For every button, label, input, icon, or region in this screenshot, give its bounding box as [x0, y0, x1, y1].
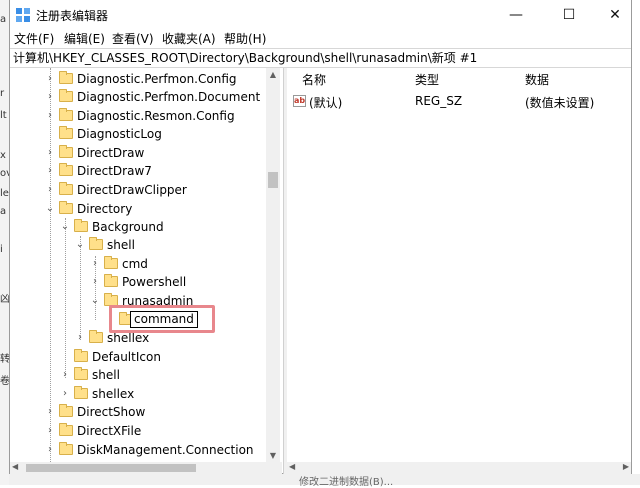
values-pane: 名称 类型 数据 ab (默认) REG_SZ (数值未设置): [287, 68, 631, 462]
tree-vertical-scrollbar[interactable]: ▲ ▼: [266, 68, 280, 462]
title-bar: 注册表编辑器 — ☐ ✕: [10, 0, 631, 30]
tree-item-label: Directory: [77, 202, 133, 216]
menu-help[interactable]: 帮助(H): [224, 30, 266, 48]
folder-icon: [104, 274, 118, 287]
tree-item-label: shell: [107, 238, 135, 252]
folder-icon: [59, 182, 73, 195]
column-header-data[interactable]: 数据: [525, 71, 549, 88]
scroll-down-icon[interactable]: ▼: [266, 451, 280, 460]
menu-file[interactable]: 文件(F): [14, 30, 54, 48]
menu-bar: 文件(F) 编辑(E) 查看(V) 收藏夹(A) 帮助(H): [10, 30, 631, 48]
folder-icon: [74, 219, 88, 232]
close-icon: ✕: [609, 7, 621, 23]
chevron-right-icon[interactable]: ›: [45, 181, 55, 199]
tree-item-label: Diagnostic.Resmon.Config: [77, 109, 235, 123]
chevron-right-icon[interactable]: ›: [60, 366, 70, 384]
column-header-type[interactable]: 类型: [415, 71, 439, 88]
folder-icon: [59, 145, 73, 158]
scroll-left-icon[interactable]: ◀: [12, 462, 18, 471]
tree-item-label: DirectDraw: [77, 146, 145, 160]
folder-icon: [89, 237, 103, 250]
menu-favorites[interactable]: 收藏夹(A): [162, 30, 216, 48]
regedit-app-icon: [16, 8, 30, 22]
menu-edit[interactable]: 编辑(E): [64, 30, 105, 48]
chevron-right-icon[interactable]: ›: [45, 107, 55, 125]
scroll-up-icon[interactable]: ▲: [266, 70, 280, 79]
folder-icon: [59, 108, 73, 121]
chevron-right-icon[interactable]: ›: [90, 273, 100, 291]
folder-icon: [59, 71, 73, 84]
maximize-icon: ☐: [562, 7, 576, 23]
registry-key-tree: › Diagnostic.Perfmon.Config › Diagnostic.P…: [10, 68, 282, 462]
tree-item-label: shellex: [92, 387, 135, 401]
context-menu-item: 修改二进制数据(B)...: [299, 477, 394, 488]
folder-icon: [59, 126, 73, 139]
chevron-right-icon[interactable]: ›: [45, 144, 55, 162]
folder-icon: [89, 330, 103, 343]
folder-icon: [59, 442, 73, 455]
folder-icon: [74, 349, 88, 362]
maximize-button[interactable]: ☐: [546, 0, 592, 30]
chevron-right-icon[interactable]: ›: [75, 329, 85, 347]
string-value-icon: ab: [293, 95, 306, 107]
tree-item-label: DirectDrawClipper: [77, 183, 187, 197]
tree-item-label: Powershell: [122, 275, 187, 289]
value-data: (数值未设置): [525, 96, 595, 110]
chevron-right-icon[interactable]: ›: [45, 88, 55, 106]
tree-item-label: DefaultIcon: [92, 350, 161, 364]
chevron-down-icon[interactable]: ⌄: [60, 218, 70, 236]
tree-item-label: shell: [92, 368, 120, 382]
tree-item-label: Background: [92, 220, 164, 234]
tree-horizontal-scrollbar[interactable]: ◀: [10, 462, 282, 474]
minimize-button[interactable]: —: [493, 0, 539, 30]
tree-item-label: DirectXFile: [77, 424, 142, 438]
tree-item-label: DirectShow: [77, 405, 146, 419]
scroll-left-icon[interactable]: ◀: [289, 462, 295, 471]
value-type: REG_SZ: [415, 94, 463, 108]
tree-item-label: DiskManagement.Connection: [77, 443, 254, 457]
scroll-thumb[interactable]: [26, 464, 196, 472]
chevron-right-icon[interactable]: ›: [90, 255, 100, 273]
folder-icon: [59, 201, 73, 214]
tree-item-label: Diagnostic.Perfmon.Document: [77, 90, 261, 104]
folder-icon: [59, 89, 73, 102]
chevron-right-icon[interactable]: ›: [60, 385, 70, 403]
folder-icon: [104, 256, 118, 269]
window-title: 注册表编辑器: [36, 9, 109, 23]
chevron-down-icon[interactable]: ⌄: [90, 292, 100, 310]
chevron-right-icon[interactable]: ›: [45, 422, 55, 440]
scroll-thumb[interactable]: [268, 172, 278, 188]
tree-item-label: DiagnosticLog: [77, 127, 162, 141]
chevron-down-icon[interactable]: ⌄: [45, 200, 55, 218]
chevron-right-icon[interactable]: ›: [45, 162, 55, 180]
chevron-right-icon[interactable]: ›: [45, 441, 55, 459]
background-context-menu-fragment: 修改二进制数据(B)...: [9, 474, 640, 488]
folder-icon: [59, 404, 73, 417]
column-header-name[interactable]: 名称: [302, 71, 326, 88]
rename-key-input[interactable]: command: [130, 311, 198, 328]
tree-item-label: cmd: [122, 257, 148, 271]
address-bar[interactable]: 计算机\HKEY_CLASSES_ROOT\Directory\Backgrou…: [10, 48, 631, 68]
tree-item-label: Diagnostic.Perfmon.Config: [77, 72, 237, 86]
close-button[interactable]: ✕: [592, 0, 638, 30]
tree-item-label: DirectDraw7: [77, 164, 152, 178]
value-name[interactable]: (默认): [309, 94, 342, 111]
menu-view[interactable]: 查看(V): [112, 30, 154, 48]
folder-icon: [74, 386, 88, 399]
tree-guide-line: [65, 218, 66, 378]
folder-icon: [59, 163, 73, 176]
scroll-right-icon[interactable]: ▶: [623, 462, 629, 471]
chevron-right-icon[interactable]: ›: [45, 70, 55, 88]
chevron-right-icon[interactable]: ›: [45, 403, 55, 421]
chevron-down-icon[interactable]: ⌄: [75, 236, 85, 254]
minimize-icon: —: [509, 7, 523, 23]
folder-icon: [74, 367, 88, 380]
folder-icon: [59, 423, 73, 436]
regedit-window: 注册表编辑器 — ☐ ✕ 文件(F) 编辑(E) 查看(V) 收藏夹(A) 帮助…: [9, 0, 632, 474]
